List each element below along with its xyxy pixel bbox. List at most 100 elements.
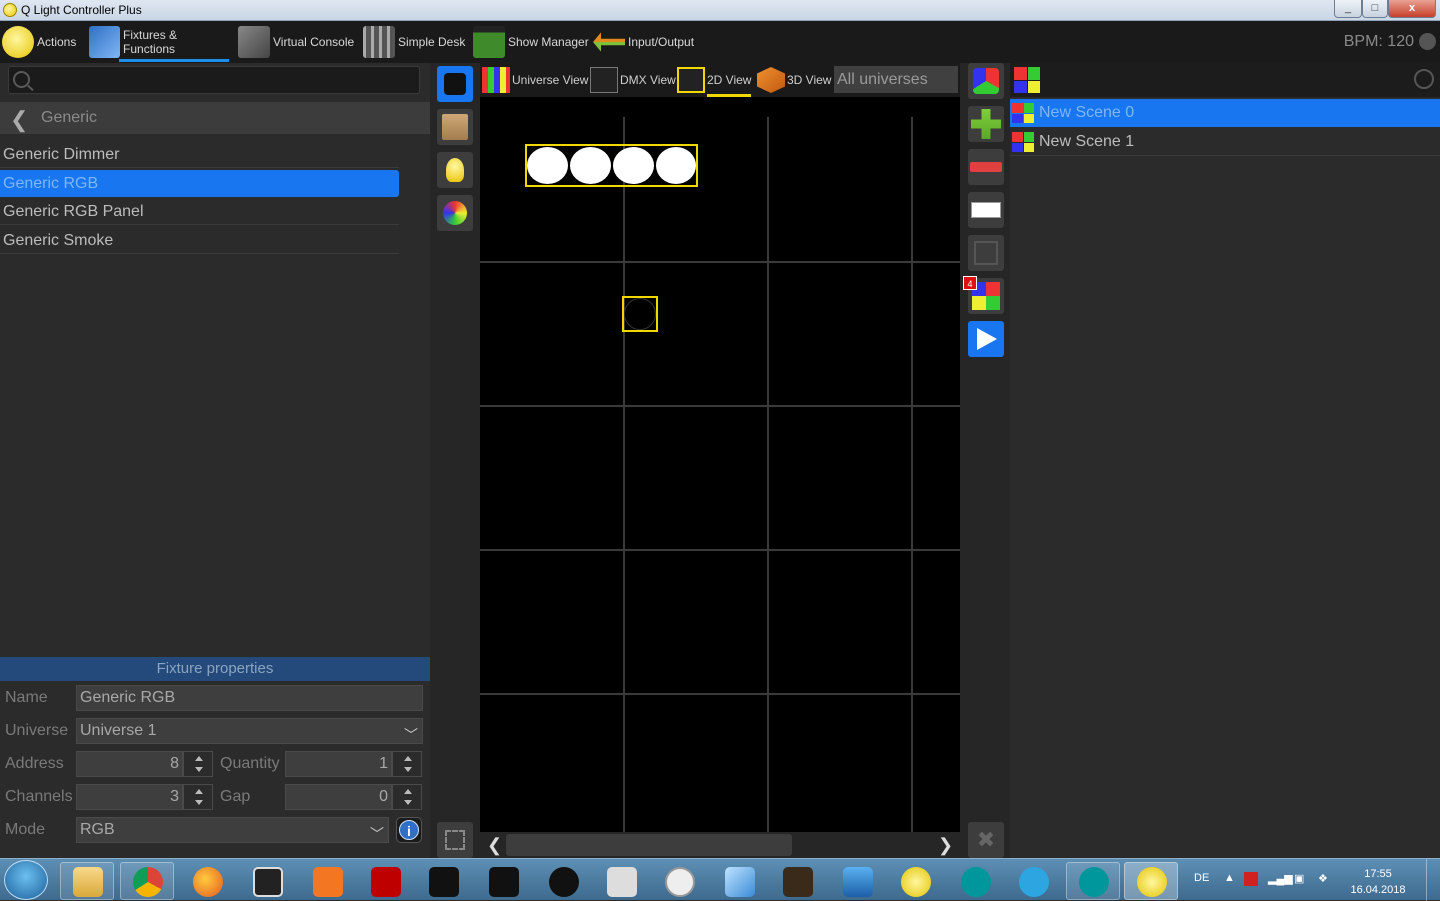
fixtures-tool-button[interactable]: [437, 66, 473, 102]
tab-3d-view[interactable]: 3D View: [757, 65, 831, 95]
step-up-icon[interactable]: [195, 756, 203, 761]
tab-fixtures-functions[interactable]: Fixtures & Functions: [89, 23, 229, 62]
groups-tool-button[interactable]: [437, 109, 473, 145]
taskbar-app-8[interactable]: [830, 862, 884, 900]
rename-function-button[interactable]: [968, 192, 1004, 228]
back-chevron-icon[interactable]: ❮: [10, 107, 28, 133]
scroll-right-icon[interactable]: ❯: [938, 835, 953, 856]
gap-field[interactable]: 0: [285, 784, 392, 810]
scrollbar-thumb[interactable]: [506, 834, 792, 856]
scene-function-button[interactable]: [968, 63, 1004, 99]
usb-icon[interactable]: ▣: [1294, 872, 1304, 885]
step-down-icon[interactable]: [404, 767, 412, 772]
taskbar-app-5[interactable]: [652, 862, 706, 900]
scroll-left-icon[interactable]: ❮: [487, 835, 502, 856]
mode-select[interactable]: RGB ﹀: [76, 817, 389, 843]
fixture-list-item-selected[interactable]: Generic RGB: [0, 170, 399, 197]
step-up-icon[interactable]: [404, 756, 412, 761]
taskbar-arduino-2[interactable]: [1066, 862, 1120, 900]
close-button[interactable]: x: [1388, 0, 1436, 18]
fixture-list-item[interactable]: Generic Dimmer: [0, 141, 399, 168]
tab-simple-desk[interactable]: Simple Desk: [363, 23, 465, 61]
scene-quad-icon: [1014, 67, 1040, 93]
horizontal-scrollbar[interactable]: ❮ ❯: [480, 832, 960, 858]
fixture-list-item[interactable]: Generic RGB Panel: [0, 198, 399, 225]
play-icon: [977, 328, 997, 350]
scene-list-item[interactable]: New Scene 1: [1010, 128, 1440, 156]
taskbar-firefox[interactable]: [180, 862, 234, 900]
taskbar-arduino[interactable]: [948, 862, 1002, 900]
name-field[interactable]: Generic RGB: [76, 685, 423, 711]
name-label: Name: [5, 689, 48, 706]
taskbar-app-6[interactable]: [712, 862, 766, 900]
2d-view-canvas[interactable]: [480, 97, 960, 832]
minimize-button[interactable]: _: [1334, 0, 1362, 18]
search-icon[interactable]: [1414, 69, 1434, 89]
quantity-stepper[interactable]: [392, 751, 422, 777]
close-functions-button[interactable]: ✖: [968, 822, 1004, 858]
step-up-icon[interactable]: [195, 789, 203, 794]
step-down-icon[interactable]: [195, 800, 203, 805]
show-desktop-button[interactable]: [1426, 859, 1440, 901]
taskbar-qlc-active[interactable]: [1124, 862, 1178, 900]
fixture-list-item[interactable]: Generic Smoke: [0, 227, 399, 254]
taskbar-app-p2[interactable]: [476, 862, 530, 900]
tab-actions-label: Actions: [37, 35, 77, 49]
taskbar-chrome[interactable]: [120, 862, 174, 900]
zoom-fit-button[interactable]: [437, 822, 473, 858]
taskbar-app-3[interactable]: [536, 862, 590, 900]
taskbar-explorer[interactable]: [60, 862, 114, 900]
tray-app-icon[interactable]: [1244, 872, 1258, 886]
start-button[interactable]: [4, 860, 48, 900]
dropbox-icon[interactable]: ❖: [1318, 872, 1328, 885]
fixture-single[interactable]: [622, 296, 658, 332]
taskbar-window[interactable]: [240, 862, 294, 900]
intensity-tool-button[interactable]: [437, 152, 473, 188]
breadcrumb-label: Generic: [41, 109, 98, 126]
clone-function-button[interactable]: [968, 235, 1004, 271]
play-function-button[interactable]: [968, 321, 1004, 357]
step-down-icon[interactable]: [404, 800, 412, 805]
tab-simple-desk-label: Simple Desk: [398, 35, 466, 49]
color-tool-button[interactable]: [437, 195, 473, 231]
taskbar-app-4[interactable]: [594, 862, 648, 900]
tab-2d-view[interactable]: 2D View: [677, 65, 752, 97]
scene-list-item-selected[interactable]: New Scene 0: [1010, 99, 1440, 127]
step-up-icon[interactable]: [404, 789, 412, 794]
taskbar-xampp[interactable]: [300, 862, 354, 900]
fixture-info-button[interactable]: i: [396, 817, 422, 843]
add-function-button[interactable]: [968, 106, 1004, 142]
tab-virtual-console[interactable]: Virtual Console: [238, 23, 354, 61]
channels-stepper[interactable]: [183, 784, 213, 810]
step-down-icon[interactable]: [195, 767, 203, 772]
language-indicator[interactable]: DE: [1194, 872, 1209, 884]
taskbar-phpstorm[interactable]: [416, 862, 470, 900]
fixture-search-input[interactable]: [8, 66, 420, 94]
functions-panel-header: [1010, 63, 1440, 97]
taskbar-telegram[interactable]: [1006, 862, 1060, 900]
channels-label: Channels: [5, 788, 73, 805]
tab-show-manager[interactable]: Show Manager: [473, 23, 589, 61]
tab-universe-view[interactable]: Universe View: [482, 65, 588, 95]
tray-expand-icon[interactable]: ▲: [1224, 872, 1235, 884]
universe-select[interactable]: Universe 1 ﹀: [76, 718, 423, 744]
windows-taskbar: DE ▲ ▂▄▆ ▣ ❖ 17:55 16.04.2018: [0, 858, 1440, 901]
gap-stepper[interactable]: [392, 784, 422, 810]
taskbar-app-9[interactable]: [888, 862, 942, 900]
address-stepper[interactable]: [183, 751, 213, 777]
maximize-button[interactable]: □: [1362, 0, 1388, 18]
signal-icon[interactable]: ▂▄▆: [1268, 872, 1293, 885]
universe-filter-select[interactable]: All universes: [834, 66, 958, 93]
channels-field[interactable]: 3: [76, 784, 183, 810]
taskbar-clock[interactable]: 17:55 16.04.2018: [1348, 866, 1408, 898]
taskbar-app-7[interactable]: [770, 862, 824, 900]
taskbar-filezilla[interactable]: [358, 862, 412, 900]
fixture-rgb-panel[interactable]: [525, 144, 698, 187]
tab-actions[interactable]: Actions: [2, 23, 76, 61]
remove-function-button[interactable]: [968, 149, 1004, 185]
quantity-field[interactable]: 1: [285, 751, 392, 777]
bpm-indicator[interactable]: BPM: 120: [1344, 33, 1414, 51]
tab-dmx-view[interactable]: DMX View: [590, 65, 676, 95]
address-field[interactable]: 8: [76, 751, 183, 777]
tab-input-output[interactable]: Input/Output: [593, 23, 694, 61]
